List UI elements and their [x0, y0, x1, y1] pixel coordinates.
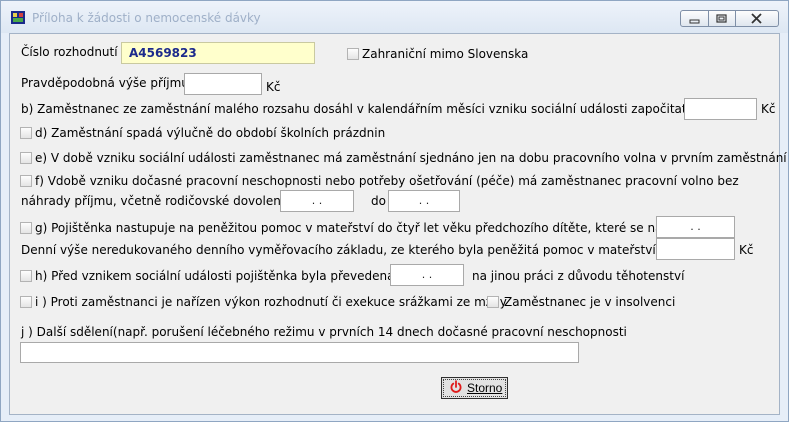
item-g-label-line2: Denní výše neredukovaného denního vyměřo… [21, 243, 723, 257]
item-f-label-line1: f) Vdobě vzniku dočasné pracovní neschop… [35, 174, 739, 188]
probable-income-currency: Kč [266, 80, 281, 94]
item-f-to-date-field[interactable]: . . [388, 190, 460, 212]
item-h-label: h) Před vznikem sociální události pojišt… [35, 269, 421, 283]
item-g-amount-field[interactable] [656, 238, 735, 260]
dialog-window: Příloha k žádosti o nemocenské dávky Čís… [0, 0, 789, 422]
item-h-date-field[interactable]: . . [390, 264, 464, 286]
item-h-checkbox[interactable] [20, 270, 32, 282]
item-j-label: j ) Další sdělení(např. porušení léčebné… [21, 325, 627, 339]
storno-label: Storno [467, 381, 503, 395]
maximize-button[interactable] [709, 10, 736, 27]
item-e-label: e) V době vzniku sociální události zaměs… [35, 151, 787, 165]
item-i-label: i ) Proti zaměstnanci je nařízen výkon r… [35, 295, 507, 309]
item-g-birth-date-field[interactable]: . . [656, 216, 735, 238]
insolvency-checkbox[interactable] [487, 296, 499, 308]
item-e-checkbox[interactable] [20, 152, 32, 164]
power-icon [450, 380, 462, 393]
form-panel: Číslo rozhodnutí A4569823 Zahraniční mim… [9, 33, 787, 415]
item-f-to-label: do [371, 194, 386, 208]
item-j-notes-field[interactable] [20, 342, 579, 363]
item-d-checkbox[interactable] [20, 127, 32, 139]
item-h-label-2: na jinou práci z důvodu těhotenství [472, 269, 685, 283]
foreign-checkbox[interactable] [347, 48, 359, 60]
decision-number-field[interactable]: A4569823 [121, 42, 315, 64]
probable-income-label: Pravděpodobná výše příjmu [21, 76, 189, 90]
maximize-icon [716, 14, 727, 23]
title-bar: Příloha k žádosti o nemocenské dávky [1, 1, 788, 33]
item-b-income-field[interactable] [684, 98, 757, 120]
item-d-label: d) Zaměstnání spadá výlučně do období šk… [35, 126, 386, 140]
item-f-label-line2: náhrady příjmu, včetně rodičovské dovole… [21, 194, 307, 208]
decision-number-label: Číslo rozhodnutí [21, 45, 118, 59]
item-b-label: b) Zaměstnanec ze zaměstnání malého rozs… [21, 102, 755, 116]
probable-income-field[interactable] [184, 73, 262, 95]
item-i-checkbox[interactable] [20, 296, 32, 308]
minimize-button[interactable] [680, 10, 709, 27]
close-button[interactable] [736, 10, 779, 27]
item-f-checkbox[interactable] [20, 175, 32, 187]
insolvency-label: Zaměstnanec je v insolvenci [504, 295, 676, 309]
item-b-currency: Kč [761, 102, 776, 116]
app-icon [11, 11, 25, 24]
item-g-currency: Kč [739, 243, 754, 257]
close-icon [751, 13, 762, 24]
storno-button[interactable]: Storno [441, 377, 508, 399]
foreign-label: Zahraniční mimo Slovenska [362, 47, 529, 61]
item-g-label-line1: g) Pojištěnka nastupuje na peněžitou pom… [35, 221, 723, 235]
window-title: Příloha k žádosti o nemocenské dávky [32, 11, 261, 25]
item-g-checkbox[interactable] [20, 222, 32, 234]
minimize-icon [689, 19, 700, 24]
item-f-from-date-field[interactable]: . . [280, 190, 354, 212]
